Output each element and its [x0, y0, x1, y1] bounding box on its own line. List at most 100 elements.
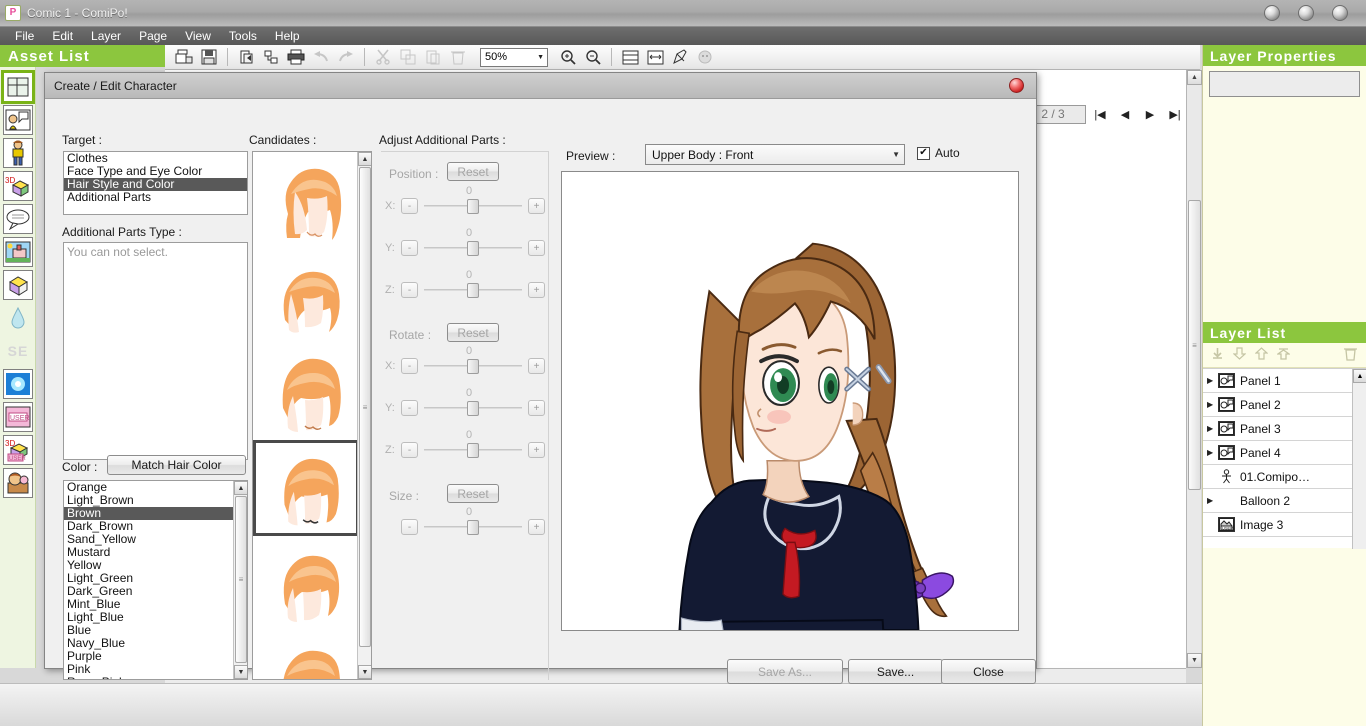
preview-view-combo[interactable]: Upper Body : Front ▼ — [645, 144, 905, 165]
merge-down-icon[interactable] — [1211, 347, 1224, 363]
slider-knob[interactable] — [467, 401, 479, 416]
user-image-tool-icon[interactable]: USER — [3, 402, 33, 432]
hair-candidate-1[interactable] — [253, 152, 359, 248]
open-icon[interactable] — [173, 47, 195, 68]
scroll-down-arrow-icon[interactable]: ▼ — [234, 665, 248, 679]
print-icon[interactable] — [285, 47, 307, 68]
effect-drop-tool-icon[interactable] — [3, 303, 33, 333]
page-manage-icon[interactable] — [260, 47, 282, 68]
layer-row-panel-1[interactable]: ▶ Panel 1 — [1203, 369, 1366, 393]
hair-candidate-6[interactable] — [253, 632, 359, 679]
expand-arrow-icon[interactable]: ▶ — [1207, 448, 1218, 457]
menu-layer[interactable]: Layer — [82, 28, 130, 44]
layer-row-character[interactable]: 01.Comipo… — [1203, 465, 1366, 489]
scroll-up-arrow-icon[interactable]: ▲ — [1353, 369, 1366, 383]
slider-knob[interactable] — [467, 283, 479, 298]
candidates-listbox[interactable]: ▲ ≡ ▼ — [252, 151, 372, 680]
flash-effect-tool-icon[interactable] — [3, 369, 33, 399]
last-page-button[interactable]: ▶| — [1164, 105, 1186, 124]
rotate-z-plus-button[interactable]: + — [528, 442, 545, 458]
menu-file[interactable]: File — [6, 28, 43, 44]
size-reset-button[interactable]: Reset — [447, 484, 499, 503]
balloon-character-tool-icon[interactable] — [3, 105, 33, 135]
close-button[interactable] — [1332, 5, 1348, 21]
dialog-close-icon[interactable] — [1009, 78, 1024, 93]
color-list-scrollbar[interactable]: ▲ ≡ ▼ — [233, 481, 247, 679]
scroll-thumb[interactable]: ≡ — [1188, 200, 1201, 490]
menu-help[interactable]: Help — [266, 28, 309, 44]
layer-list-scrollbar[interactable]: ▲ — [1352, 369, 1366, 549]
match-hair-color-button[interactable]: Match Hair Color — [107, 455, 246, 475]
layer-row-panel-3[interactable]: ▶ Panel 3 — [1203, 417, 1366, 441]
layer-row-balloon-2[interactable]: ▶ Balloon 2 — [1203, 489, 1366, 513]
position-z-slider[interactable] — [424, 282, 522, 298]
position-x-slider[interactable] — [424, 198, 522, 214]
expand-arrow-icon[interactable]: ▶ — [1207, 496, 1218, 505]
rotate-y-plus-button[interactable]: + — [528, 400, 545, 416]
target-listbox[interactable]: Clothes Face Type and Eye Color Hair Sty… — [63, 151, 248, 215]
delete-icon[interactable] — [447, 47, 469, 68]
pen-tool-icon[interactable] — [669, 47, 691, 68]
prev-page-button[interactable]: ◀ — [1114, 105, 1136, 124]
character-preview-icon[interactable] — [694, 47, 716, 68]
position-y-minus-button[interactable]: - — [401, 240, 418, 256]
size-slider[interactable] — [424, 519, 522, 535]
rotate-z-slider[interactable] — [424, 442, 522, 458]
save-icon[interactable] — [198, 47, 220, 68]
menu-view[interactable]: View — [176, 28, 220, 44]
hair-candidate-5[interactable] — [253, 536, 359, 632]
next-page-button[interactable]: ▶ — [1139, 105, 1161, 124]
zoom-out-icon[interactable] — [582, 47, 604, 68]
target-item-additional-parts[interactable]: Additional Parts — [64, 191, 247, 204]
color-item-pink[interactable]: Pink — [64, 663, 247, 676]
zoom-in-icon[interactable] — [557, 47, 579, 68]
color-listbox[interactable]: Orange Light_Brown Brown Dark_Brown Sand… — [63, 480, 248, 680]
auto-checkbox[interactable]: ✔ — [917, 147, 930, 160]
first-page-button[interactable]: |◀ — [1089, 105, 1111, 124]
color-item-light-blue[interactable]: Light_Blue — [64, 611, 247, 624]
layer-row-image-3[interactable]: USER Image 3 — [1203, 513, 1366, 537]
speech-balloon-tool-icon[interactable] — [3, 204, 33, 234]
layer-row-panel-4[interactable]: ▶ Panel 4 — [1203, 441, 1366, 465]
position-z-minus-button[interactable]: - — [401, 282, 418, 298]
move-up-icon[interactable] — [1255, 347, 1268, 363]
3d-item-tool-icon[interactable]: 3D — [3, 171, 33, 201]
scroll-down-arrow-icon[interactable]: ▼ — [1187, 653, 1202, 668]
layer-row-panel-2[interactable]: ▶ Panel 2 — [1203, 393, 1366, 417]
delete-layer-icon[interactable] — [1343, 346, 1358, 364]
character-tool-icon[interactable] — [3, 138, 33, 168]
maximize-button[interactable] — [1298, 5, 1314, 21]
position-y-slider[interactable] — [424, 240, 522, 256]
character-preview[interactable] — [561, 171, 1019, 631]
auto-checkbox-group[interactable]: ✔ Auto — [917, 146, 960, 160]
fit-width-icon[interactable] — [644, 47, 666, 68]
user-3d-tool-icon[interactable]: 3DUSER — [3, 435, 33, 465]
rotate-reset-button[interactable]: Reset — [447, 323, 499, 342]
position-x-minus-button[interactable]: - — [401, 198, 418, 214]
rotate-x-plus-button[interactable]: + — [528, 358, 545, 374]
bring-to-front-icon[interactable] — [1277, 347, 1290, 363]
expand-arrow-icon[interactable]: ▶ — [1207, 400, 1218, 409]
slider-knob[interactable] — [467, 199, 479, 214]
scroll-up-arrow-icon[interactable]: ▲ — [234, 481, 248, 495]
new-page-icon[interactable] — [235, 47, 257, 68]
cut-icon[interactable] — [372, 47, 394, 68]
menu-edit[interactable]: Edit — [43, 28, 82, 44]
sound-effect-tool-icon[interactable]: SE — [3, 336, 33, 366]
size-plus-button[interactable]: + — [528, 519, 545, 535]
expand-arrow-icon[interactable]: ▶ — [1207, 424, 1218, 433]
rotate-y-minus-button[interactable]: - — [401, 400, 418, 416]
scroll-up-arrow-icon[interactable]: ▲ — [358, 152, 372, 166]
color-item-purple[interactable]: Purple — [64, 650, 247, 663]
paste-icon[interactable] — [422, 47, 444, 68]
fit-page-icon[interactable] — [619, 47, 641, 68]
menu-page[interactable]: Page — [130, 28, 176, 44]
size-minus-button[interactable]: - — [401, 519, 418, 535]
scroll-up-arrow-icon[interactable]: ▲ — [1187, 70, 1202, 85]
position-x-plus-button[interactable]: + — [528, 198, 545, 214]
zoom-level-combo[interactable]: 50% ▼ — [480, 48, 548, 67]
position-z-plus-button[interactable]: + — [528, 282, 545, 298]
color-item-rose-pink[interactable]: Rose_Pink — [64, 676, 247, 680]
scroll-down-arrow-icon[interactable]: ▼ — [358, 665, 372, 679]
hair-candidate-3[interactable] — [253, 344, 359, 440]
